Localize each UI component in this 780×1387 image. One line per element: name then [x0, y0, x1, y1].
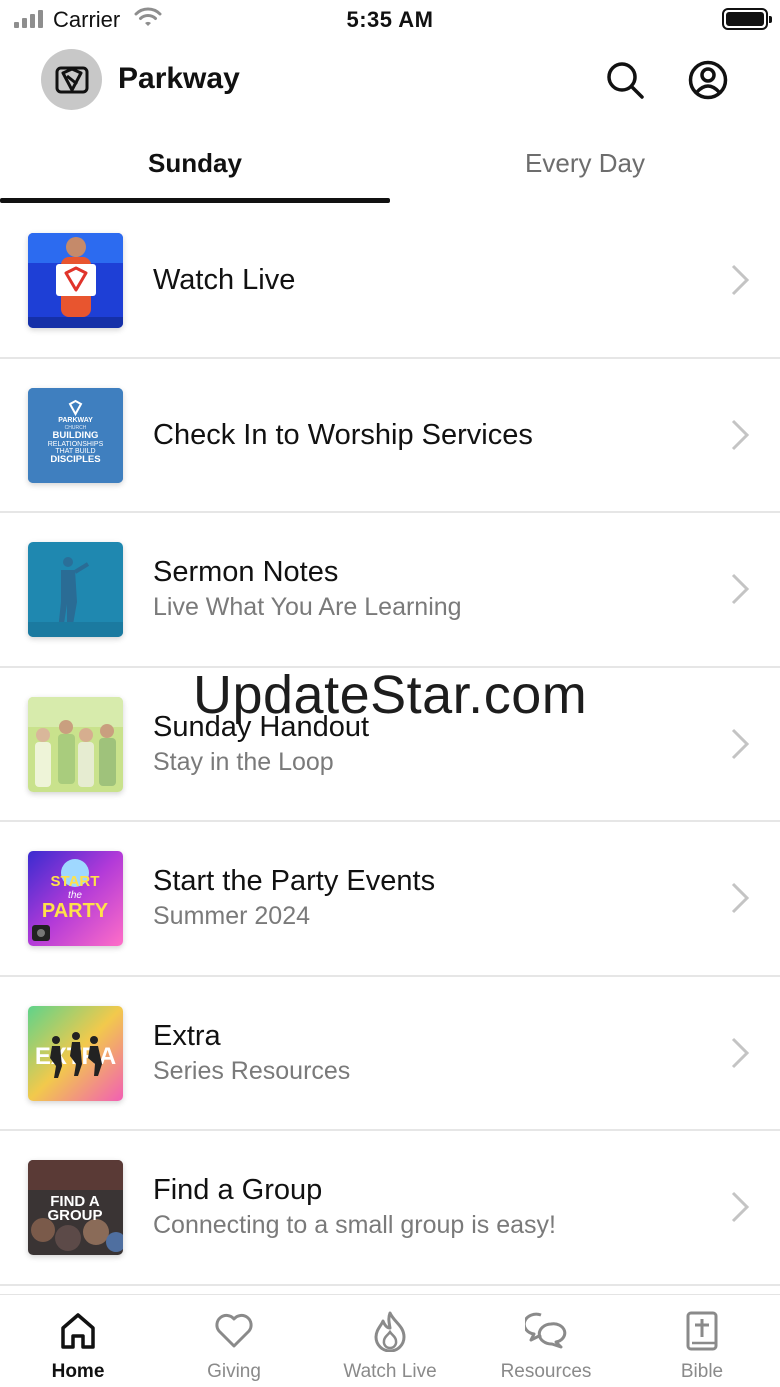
nav-label: Bible: [680, 1361, 724, 1382]
watch-live-thumbnail: [28, 233, 123, 328]
sermon-notes-thumbnail: [28, 542, 123, 637]
checkin-relationships-text: RELATIONSHIPS: [48, 441, 104, 448]
item-title: Check In to Worship Services: [153, 418, 533, 451]
extra-thumbnail: EXTRA: [28, 1005, 123, 1101]
item-title: Sunday Handout: [153, 710, 370, 743]
nav-label: Home: [51, 1361, 105, 1382]
tab-every-day[interactable]: Every Day: [390, 128, 780, 198]
nav-watch-live[interactable]: Watch Live: [312, 1295, 468, 1387]
checkin-brand-text: PARKWAY: [58, 417, 93, 424]
bible-icon: [680, 1309, 724, 1353]
clock: 5:35 AM: [346, 7, 434, 32]
chat-bubbles-icon: [524, 1309, 568, 1353]
group-group-text: GROUP: [47, 1207, 102, 1224]
party-start-text: START: [51, 873, 100, 890]
battery-icon: [722, 8, 772, 30]
find-a-group-thumbnail: FIND A GROUP: [28, 1160, 123, 1255]
active-tab-indicator: [0, 198, 390, 203]
chevron-right-icon: [731, 419, 750, 450]
item-title: Find a Group: [153, 1174, 323, 1207]
item-title: Watch Live: [153, 264, 296, 297]
list-item-start-the-party[interactable]: START the PARTY Start the Party Events S…: [0, 822, 780, 977]
chevron-right-icon: [731, 574, 750, 605]
checkin-disciples-text: DISCIPLES: [50, 454, 100, 465]
chevron-right-icon: [731, 1192, 750, 1223]
nav-label: Resources: [500, 1361, 592, 1382]
parkway-logo-icon[interactable]: [41, 49, 102, 110]
item-title: Extra: [153, 1019, 221, 1052]
list-item-sunday-handout[interactable]: Sunday Handout Stay in the Loop: [0, 668, 780, 822]
nav-resources[interactable]: Resources: [468, 1295, 624, 1387]
item-subtitle: Series Resources: [153, 1056, 351, 1085]
tab-bar: Sunday Every Day: [0, 128, 780, 204]
app-header: Parkway: [0, 40, 780, 120]
search-button[interactable]: [603, 58, 647, 102]
item-subtitle: Stay in the Loop: [153, 747, 334, 776]
status-bar: Carrier 5:35 AM: [0, 0, 780, 40]
check-in-thumbnail: PARKWAY CHURCH BUILDING RELATIONSHIPS TH…: [28, 387, 123, 483]
item-title: Sermon Notes: [153, 556, 339, 589]
checkin-building-text: BUILDING: [53, 430, 99, 441]
item-subtitle: Summer 2024: [153, 902, 311, 931]
chevron-right-icon: [731, 728, 750, 759]
chevron-right-icon: [731, 883, 750, 914]
item-title: Start the Party Events: [153, 865, 436, 898]
start-the-party-thumbnail: START the PARTY: [28, 851, 123, 946]
nav-label: Watch Live: [343, 1361, 437, 1382]
profile-icon: [688, 60, 728, 100]
party-party-text: PARTY: [42, 900, 109, 922]
nav-home[interactable]: Home: [0, 1295, 156, 1387]
list-item-watch-live[interactable]: Watch Live: [0, 204, 780, 359]
flame-icon: [368, 1309, 412, 1353]
nav-giving[interactable]: Giving: [156, 1295, 312, 1387]
nav-label: Giving: [207, 1361, 261, 1382]
chevron-right-icon: [731, 1037, 750, 1068]
tab-sunday[interactable]: Sunday: [0, 128, 390, 198]
item-subtitle: Connecting to a small group is easy!: [153, 1211, 556, 1240]
content-list: Watch Live PARKWAY CHURCH BUILDING RELAT…: [0, 204, 780, 1286]
search-icon: [607, 62, 644, 99]
item-subtitle: Live What You Are Learning: [153, 593, 462, 622]
nav-bible[interactable]: Bible: [624, 1295, 780, 1387]
heart-icon: [212, 1309, 256, 1353]
list-item-extra[interactable]: EXTRA Extra Series Resources: [0, 977, 780, 1131]
app-title: Parkway: [118, 62, 240, 95]
bottom-nav: Home Giving Watch Live Resources Bible: [0, 1294, 780, 1387]
home-icon: [56, 1309, 100, 1353]
list-item-find-a-group[interactable]: FIND A GROUP Find a Group Connecting to …: [0, 1131, 780, 1286]
profile-button[interactable]: [686, 58, 730, 102]
chevron-right-icon: [731, 265, 750, 296]
sunday-handout-thumbnail: [28, 696, 123, 792]
list-item-check-in[interactable]: PARKWAY CHURCH BUILDING RELATIONSHIPS TH…: [0, 359, 780, 513]
list-item-sermon-notes[interactable]: Sermon Notes Live What You Are Learning: [0, 513, 780, 668]
